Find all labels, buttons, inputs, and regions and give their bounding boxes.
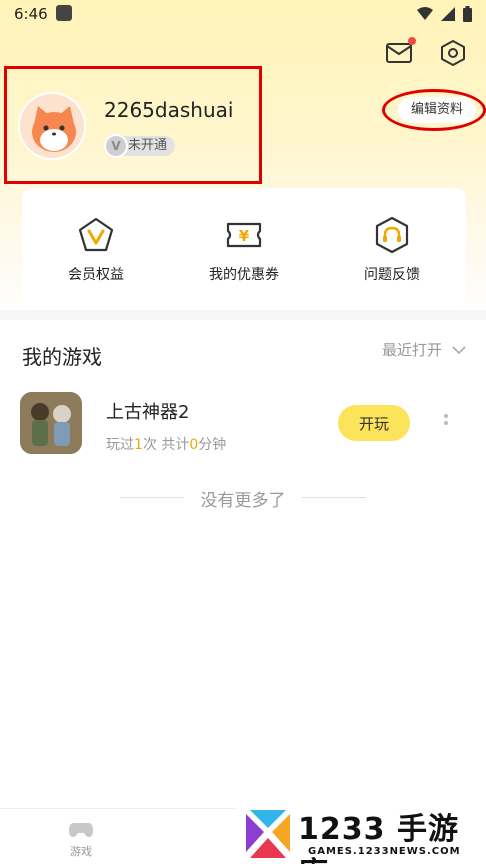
sort-label: 最近打开	[381, 341, 442, 359]
unread-dot	[408, 37, 416, 45]
game-thumbnail[interactable]	[20, 392, 82, 454]
watermark: 1233 手游库 GAMES.1233NEWS.COM	[236, 804, 486, 864]
chevron-down-icon	[452, 345, 466, 354]
settings-button[interactable]	[438, 38, 468, 68]
vip-rights-item[interactable]: 会员权益	[22, 188, 170, 306]
no-more-text: 没有更多了	[200, 491, 286, 511]
username: 2265dashuai	[104, 98, 234, 122]
wifi-icon	[417, 7, 433, 20]
coupon-label: 我的优惠券	[209, 267, 279, 283]
my-games-title: 我的游戏	[22, 345, 102, 369]
status-indicators	[417, 6, 472, 22]
play-button[interactable]: 开玩	[338, 405, 410, 441]
avatar[interactable]	[18, 92, 86, 160]
vip-status-label: 未开通	[128, 138, 168, 153]
feedback-label: 问题反馈	[364, 267, 420, 283]
header-actions	[384, 37, 468, 68]
game-play-stats: 玩过1次 共计0分钟	[106, 437, 227, 453]
feedback-icon	[375, 216, 409, 254]
vip-rights-label: 会员权益	[68, 267, 124, 283]
coupon-icon: ¥	[226, 222, 262, 248]
quick-menu-card: 会员权益 ¥ 我的优惠券 问题反馈	[22, 188, 466, 306]
settings-hexagon-icon	[441, 40, 465, 66]
watermark-url: GAMES.1233NEWS.COM	[308, 846, 461, 857]
status-bar: 6:46	[0, 0, 486, 28]
gamepad-icon	[69, 823, 93, 837]
feedback-item[interactable]: 问题反馈	[318, 188, 466, 306]
game-list-item[interactable]: 上古神器2 玩过1次 共计0分钟 开玩	[20, 392, 466, 456]
message-button[interactable]	[384, 37, 416, 68]
more-dots-icon	[444, 414, 448, 418]
list-end-indicator: 没有更多了	[120, 486, 366, 511]
game-title: 上古神器2	[106, 402, 190, 423]
signal-icon	[441, 7, 455, 21]
nav-games-label: 游戏	[70, 845, 92, 858]
vip-rights-icon	[78, 217, 114, 252]
nav-tab-games[interactable]: 游戏	[61, 821, 101, 859]
vip-status-badge[interactable]: V 未开通	[104, 134, 176, 158]
edit-profile-button[interactable]: 编辑资料	[398, 97, 476, 123]
notification-icon	[56, 5, 72, 21]
game-art-icon	[20, 392, 82, 454]
status-time: 6:46	[14, 5, 48, 23]
svg-text:¥: ¥	[239, 227, 250, 245]
coupon-item[interactable]: ¥ 我的优惠券	[170, 188, 318, 306]
vip-icon: V	[104, 134, 128, 158]
battery-icon	[463, 6, 472, 22]
more-options-button[interactable]	[440, 412, 452, 436]
sort-dropdown[interactable]: 最近打开	[382, 339, 466, 360]
section-divider	[0, 310, 486, 320]
brand-logo-icon	[246, 810, 290, 858]
